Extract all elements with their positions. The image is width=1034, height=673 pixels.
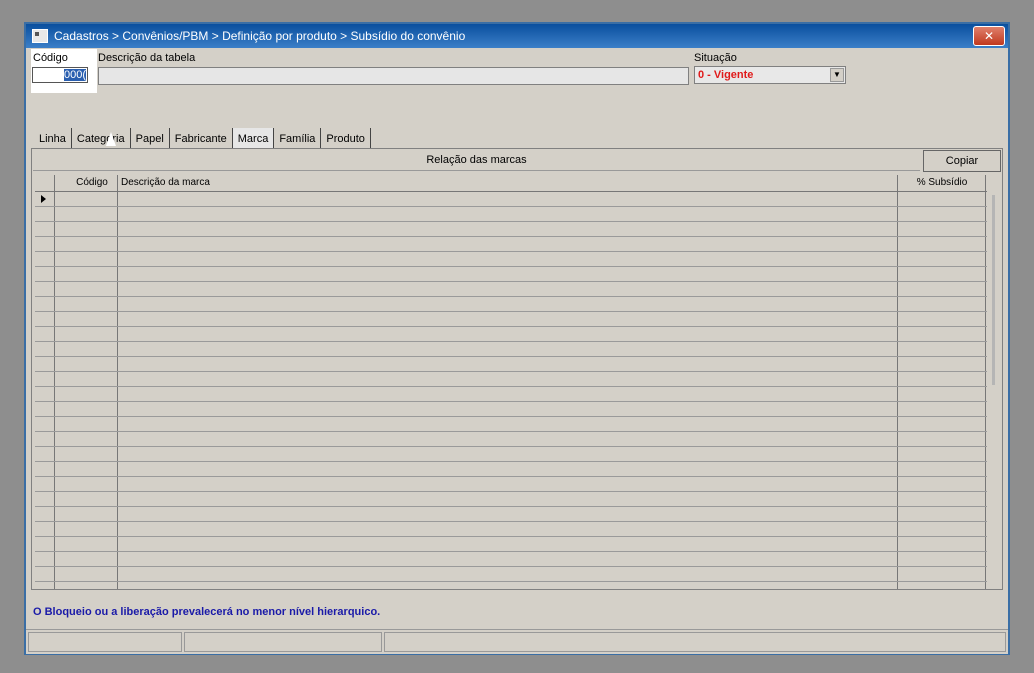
info-message: O Bloqueio ou a liberação prevalecerá no… <box>33 606 381 618</box>
table-row[interactable] <box>35 341 987 342</box>
descricao-input[interactable] <box>98 67 689 85</box>
grid-header: Código Descrição da marca % Subsídio <box>35 175 987 192</box>
panel-header: Relação das marcas <box>33 150 920 171</box>
tab-bar: Linha Categoria Papel Fabricante Marca F… <box>34 128 371 148</box>
window-title: Cadastros > Convênios/PBM > Definição po… <box>54 29 466 43</box>
row-pointer-icon <box>41 195 46 203</box>
grid-divider <box>897 175 898 589</box>
close-button[interactable]: ✕ <box>973 26 1005 46</box>
table-row[interactable] <box>35 536 987 537</box>
marcas-grid[interactable]: Código Descrição da marca % Subsídio <box>35 175 987 589</box>
table-row[interactable] <box>35 311 987 312</box>
table-row[interactable] <box>35 446 987 447</box>
codigo-value: 000( <box>63 69 86 81</box>
grid-scrollbar[interactable] <box>990 175 999 589</box>
table-row[interactable] <box>35 371 987 372</box>
table-row[interactable] <box>35 521 987 522</box>
scrollbar-thumb[interactable] <box>992 195 995 385</box>
tab-papel[interactable]: Papel <box>131 128 170 148</box>
table-row[interactable] <box>35 401 987 402</box>
codigo-label: Código <box>33 52 68 64</box>
tab-linha[interactable]: Linha <box>34 128 72 148</box>
status-cell-1 <box>28 632 182 652</box>
table-row[interactable] <box>35 566 987 567</box>
table-row[interactable] <box>35 506 987 507</box>
copy-button[interactable]: Copiar <box>923 150 1001 172</box>
main-window: Cadastros > Convênios/PBM > Definição po… <box>24 22 1010 655</box>
table-row[interactable] <box>35 431 987 432</box>
grid-divider <box>54 175 55 589</box>
table-row[interactable] <box>35 266 987 267</box>
table-row[interactable] <box>35 386 987 387</box>
title-bar: Cadastros > Convênios/PBM > Definição po… <box>26 24 1008 48</box>
tab-fabricante[interactable]: Fabricante <box>170 128 233 148</box>
table-row[interactable] <box>35 551 987 552</box>
table-row[interactable] <box>35 416 987 417</box>
situacao-label: Situação <box>694 52 737 64</box>
table-row[interactable] <box>35 581 987 582</box>
tab-familia[interactable]: Família <box>274 128 322 148</box>
table-row[interactable] <box>35 281 987 282</box>
column-header-descricao[interactable]: Descrição da marca <box>121 175 210 191</box>
mouse-cursor-icon <box>106 132 116 146</box>
tab-produto[interactable]: Produto <box>321 128 371 148</box>
chevron-down-icon[interactable]: ▼ <box>830 68 844 82</box>
situacao-select[interactable]: 0 - Vigente ▼ <box>694 66 846 84</box>
table-row[interactable] <box>35 476 987 477</box>
status-bar <box>26 629 1008 654</box>
table-row[interactable] <box>35 356 987 357</box>
grid-divider <box>985 175 986 589</box>
grid-divider <box>117 175 118 589</box>
column-header-codigo[interactable]: Código <box>67 175 117 191</box>
table-row[interactable] <box>35 296 987 297</box>
column-header-subsidio[interactable]: % Subsídio <box>907 175 977 191</box>
table-row[interactable] <box>35 461 987 462</box>
codigo-input[interactable]: 000( <box>32 67 88 83</box>
descricao-label: Descrição da tabela <box>98 52 196 64</box>
status-cell-3 <box>384 632 1006 652</box>
status-cell-2 <box>184 632 382 652</box>
table-row[interactable] <box>35 491 987 492</box>
table-row[interactable] <box>35 326 987 327</box>
situacao-value: 0 - Vigente <box>698 69 754 81</box>
marcas-panel: Relação das marcas Copiar Código Descriç… <box>31 148 1003 590</box>
tab-categoria[interactable]: Categoria <box>72 128 131 148</box>
table-row[interactable] <box>35 206 987 207</box>
table-row[interactable] <box>35 236 987 237</box>
tab-marca[interactable]: Marca <box>232 128 275 148</box>
table-row[interactable] <box>35 251 987 252</box>
app-icon <box>32 29 48 43</box>
table-row[interactable] <box>35 221 987 222</box>
